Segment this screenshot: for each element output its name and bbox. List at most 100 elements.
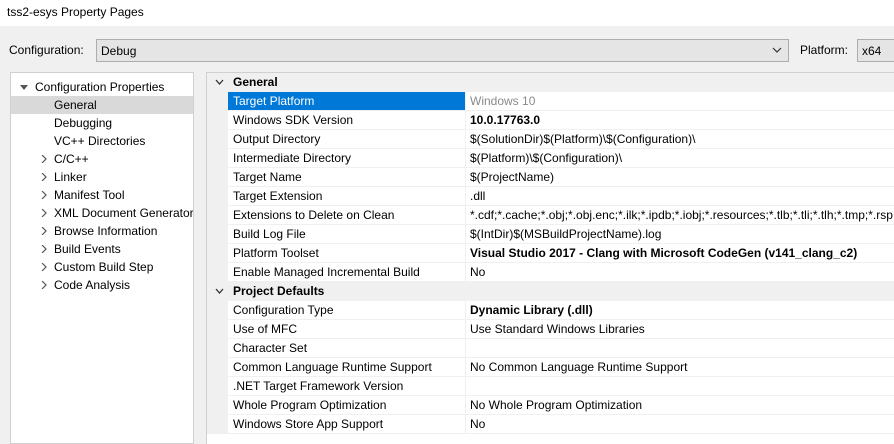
property-value[interactable]: Visual Studio 2017 - Clang with Microsof…	[465, 244, 894, 263]
category-collapse-icon[interactable]	[215, 79, 224, 86]
property-name: Build Log File	[228, 225, 465, 244]
property-row-build-log-file[interactable]: Build Log File $(IntDir)$(MSBuildProject…	[207, 225, 894, 244]
property-name: Windows Store App Support	[228, 415, 465, 434]
tree-expand-icon[interactable]	[40, 191, 48, 199]
property-row-enable-managed-incremental-build[interactable]: Enable Managed Incremental Build No	[207, 263, 894, 282]
property-value[interactable]: .dll	[465, 187, 894, 206]
property-row-common-language-runtime-support[interactable]: Common Language Runtime Support No Commo…	[207, 358, 894, 377]
tree-expand-icon[interactable]	[40, 281, 48, 289]
configuration-dropdown[interactable]: Debug	[96, 39, 789, 62]
property-row-use-of-mfc[interactable]: Use of MFC Use Standard Windows Librarie…	[207, 320, 894, 339]
category-general[interactable]: General	[207, 73, 894, 92]
property-value[interactable]: 10.0.17763.0	[465, 111, 894, 130]
property-row-whole-program-optimization[interactable]: Whole Program Optimization No Whole Prog…	[207, 396, 894, 415]
tree-item-debugging[interactable]: Debugging	[11, 114, 193, 132]
property-row-windows-sdk-version[interactable]: Windows SDK Version 10.0.17763.0	[207, 111, 894, 130]
tree-item-manifest-tool[interactable]: Manifest Tool	[11, 186, 193, 204]
tree-item-code-analysis[interactable]: Code Analysis	[11, 276, 193, 294]
property-name: Target Platform	[228, 92, 465, 111]
tree-item-label: Debugging	[54, 116, 113, 130]
tree-expand-icon[interactable]	[40, 245, 48, 253]
property-name: Output Directory	[228, 130, 465, 149]
title-bar: tss2-esys Property Pages	[0, 0, 894, 26]
property-name: Whole Program Optimization	[228, 396, 465, 415]
property-row-extensions-to-delete-on-clean[interactable]: Extensions to Delete on Clean *.cdf;*.ca…	[207, 206, 894, 225]
tree-item-label: VC++ Directories	[54, 134, 146, 148]
tree-collapse-icon[interactable]	[20, 83, 28, 91]
property-name: Intermediate Directory	[228, 149, 465, 168]
tree-item-linker[interactable]: Linker	[11, 168, 193, 186]
configuration-value: Debug	[101, 44, 137, 58]
property-value[interactable]: $(ProjectName)	[465, 168, 894, 187]
tree-item-label: Custom Build Step	[54, 260, 154, 274]
property-value[interactable]: Dynamic Library (.dll)	[465, 301, 894, 320]
property-name: Windows SDK Version	[228, 111, 465, 130]
category-collapse-icon[interactable]	[215, 288, 224, 295]
property-value[interactable]: $(IntDir)$(MSBuildProjectName).log	[465, 225, 894, 244]
property-row-output-directory[interactable]: Output Directory $(SolutionDir)$(Platfor…	[207, 130, 894, 149]
platform-value: x64	[862, 44, 882, 58]
property-row-windows-store-app-support[interactable]: Windows Store App Support No	[207, 415, 894, 434]
tree-item-custom-build-step[interactable]: Custom Build Step	[11, 258, 193, 276]
property-value[interactable]: No	[465, 263, 894, 282]
property-row-character-set[interactable]: Character Set	[207, 339, 894, 358]
tree-expand-icon[interactable]	[40, 173, 48, 181]
property-value[interactable]: No Common Language Runtime Support	[465, 358, 894, 377]
tree-expand-icon[interactable]	[40, 227, 48, 235]
platform-label: Platform:	[800, 43, 849, 57]
tree-item-vc-directories[interactable]: VC++ Directories	[11, 132, 193, 150]
tree-item-label: Code Analysis	[54, 278, 131, 292]
configuration-bar: Configuration: Debug Platform: x64	[0, 26, 894, 68]
tree-item-build-events[interactable]: Build Events	[11, 240, 193, 258]
tree-item-browse-information[interactable]: Browse Information	[11, 222, 193, 240]
tree-item-configuration-properties[interactable]: Configuration Properties	[11, 78, 193, 96]
tree-item-label: XML Document Generator	[54, 206, 194, 220]
property-row-target-name[interactable]: Target Name $(ProjectName)	[207, 168, 894, 187]
property-name: Extensions to Delete on Clean	[228, 206, 465, 225]
tree-item-label: Build Events	[54, 242, 121, 256]
platform-dropdown[interactable]: x64	[857, 39, 894, 62]
category-project-defaults[interactable]: Project Defaults	[207, 282, 894, 301]
tree-item-xml-document-generator[interactable]: XML Document Generator	[11, 204, 193, 222]
tree-expand-icon[interactable]	[40, 263, 48, 271]
property-row-target-extension[interactable]: Target Extension .dll	[207, 187, 894, 206]
property-value[interactable]: Windows 10	[465, 92, 894, 111]
property-value[interactable]: No	[465, 415, 894, 434]
property-pages-body: Configuration Properties General Debuggi…	[0, 68, 894, 444]
tree-item-c-cpp[interactable]: C/C++	[11, 150, 193, 168]
property-row-configuration-type[interactable]: Configuration Type Dynamic Library (.dll…	[207, 301, 894, 320]
property-row-net-target-framework-version[interactable]: .NET Target Framework Version	[207, 377, 894, 396]
property-grid[interactable]: General Target Platform Windows 10 Windo…	[206, 72, 894, 444]
property-name: Platform Toolset	[228, 244, 465, 263]
configuration-label: Configuration:	[9, 43, 84, 57]
property-tree[interactable]: Configuration Properties General Debuggi…	[10, 72, 194, 444]
property-value[interactable]: No Whole Program Optimization	[465, 396, 894, 415]
tree-item-label: Configuration Properties	[35, 80, 165, 94]
tree-expand-icon[interactable]	[40, 155, 48, 163]
property-row-platform-toolset[interactable]: Platform Toolset Visual Studio 2017 - Cl…	[207, 244, 894, 263]
tree-item-label: General	[54, 98, 97, 112]
property-row-intermediate-directory[interactable]: Intermediate Directory $(Platform)\$(Con…	[207, 149, 894, 168]
tree-expand-icon[interactable]	[40, 209, 48, 217]
chevron-down-icon	[772, 47, 782, 53]
tree-item-label: Linker	[54, 170, 87, 184]
property-name: Target Extension	[228, 187, 465, 206]
property-name: .NET Target Framework Version	[228, 377, 465, 396]
property-value[interactable]: $(SolutionDir)$(Platform)\$(Configuratio…	[465, 130, 894, 149]
property-value[interactable]: $(Platform)\$(Configuration)\	[465, 149, 894, 168]
tree-item-general[interactable]: General	[11, 96, 193, 114]
tree-item-label: Browse Information	[54, 224, 158, 238]
property-name: Configuration Type	[228, 301, 465, 320]
property-value[interactable]: *.cdf;*.cache;*.obj;*.obj.enc;*.ilk;*.ip…	[465, 206, 894, 225]
property-value[interactable]: Use Standard Windows Libraries	[465, 320, 894, 339]
category-title: Project Defaults	[233, 284, 325, 298]
property-name: Character Set	[228, 339, 465, 358]
property-value[interactable]	[465, 377, 894, 396]
tree-item-label: C/C++	[54, 152, 89, 166]
property-name: Target Name	[228, 168, 465, 187]
property-value[interactable]	[465, 339, 894, 358]
category-title: General	[233, 75, 278, 89]
property-name: Use of MFC	[228, 320, 465, 339]
property-row-target-platform[interactable]: Target Platform Windows 10	[207, 92, 894, 111]
property-name: Common Language Runtime Support	[228, 358, 465, 377]
